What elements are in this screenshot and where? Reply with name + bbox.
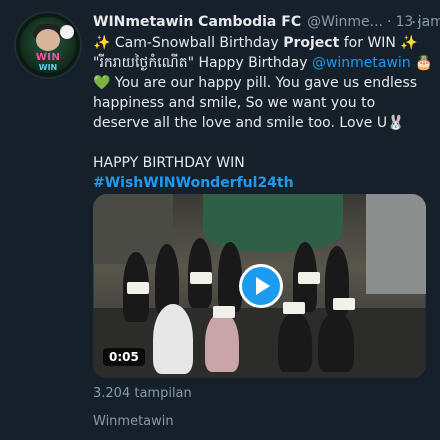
video-person bbox=[278, 312, 312, 372]
video-person bbox=[218, 242, 242, 312]
sparkles-icon: ✨ bbox=[400, 35, 418, 51]
mention-link[interactable]: @winmetawin bbox=[312, 55, 411, 71]
cake-icon: 🎂 bbox=[415, 55, 433, 71]
video-person bbox=[205, 312, 239, 372]
video-scene-window bbox=[366, 194, 426, 294]
video-person bbox=[318, 312, 354, 372]
tweet-paragraph: 💚 You are our happy pill. You gave us en… bbox=[93, 75, 418, 131]
separator-dot: · bbox=[387, 14, 392, 30]
play-button[interactable] bbox=[239, 264, 283, 308]
birthday-sign bbox=[190, 272, 212, 284]
hashtag-link[interactable]: #WishWINWonderful24th bbox=[93, 175, 294, 191]
video-duration: 0:05 bbox=[103, 348, 145, 366]
sparkles-icon: ✨ bbox=[93, 35, 111, 51]
video-scene-green-wall bbox=[203, 194, 343, 252]
birthday-sign bbox=[298, 272, 320, 284]
tweet-line-1: ✨ Cam-Snowball Birthday Project for WIN … bbox=[93, 33, 433, 53]
avatar-face bbox=[36, 29, 60, 51]
display-name[interactable]: WINmetawin Cambodia FC bbox=[93, 14, 301, 30]
video-person bbox=[153, 304, 193, 374]
tweet-line-1-text: Cam-Snowball Birthday bbox=[110, 35, 284, 51]
avatar-logo-text: WIN bbox=[35, 52, 61, 63]
user-handle[interactable]: @Winme... bbox=[307, 14, 383, 30]
birthday-sign bbox=[127, 282, 149, 294]
birthday-sign bbox=[283, 302, 305, 314]
birthday-sign bbox=[213, 306, 235, 318]
video-player[interactable]: 0:05 bbox=[93, 194, 426, 378]
avatar-logo-subtext: WIN bbox=[38, 63, 58, 72]
tweet-header: WINmetawin Cambodia FC @Winme... · 13 ja… bbox=[93, 10, 440, 32]
tweet-line-2-text: Happy Birthday bbox=[194, 55, 312, 71]
khmer-greeting: "រីករាយថ្ងៃកំណើត" bbox=[93, 55, 195, 71]
tweet-text: ✨ Cam-Snowball Birthday Project for WIN … bbox=[93, 33, 433, 193]
tweet-line-2: "រីករាយថ្ងៃកំណើត" Happy Birthday @winmet… bbox=[93, 53, 433, 73]
birthday-sign bbox=[333, 298, 355, 310]
tweet-line-1-tail: for WIN bbox=[339, 35, 401, 51]
more-dots-icon[interactable]: ⋯ bbox=[408, 10, 430, 32]
tweet[interactable]: WIN WIN WINmetawin Cambodia FC @Winme...… bbox=[0, 0, 440, 440]
view-count[interactable]: 3.204 tampilan bbox=[93, 386, 192, 401]
bunny-sticker-icon bbox=[60, 25, 74, 39]
tweet-bold-word: Project bbox=[283, 35, 340, 51]
avatar[interactable]: WIN WIN bbox=[16, 13, 80, 77]
tweet-happy-birthday: HAPPY BIRTHDAY WIN bbox=[93, 155, 245, 171]
media-caption[interactable]: Winmetawin bbox=[93, 414, 174, 429]
